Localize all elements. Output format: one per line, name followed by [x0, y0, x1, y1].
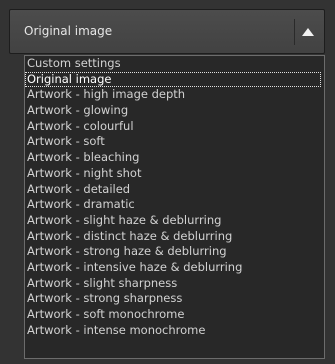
list-item[interactable]: Artwork - strong sharpness — [25, 291, 324, 307]
preset-options-list[interactable]: Custom settings Original image Artwork -… — [24, 55, 325, 359]
list-item[interactable]: Artwork - intense monochrome — [25, 323, 324, 339]
list-item[interactable]: Artwork - night shot — [25, 166, 324, 182]
list-item[interactable]: Artwork - soft monochrome — [25, 307, 324, 323]
chevron-up-icon — [302, 28, 314, 36]
list-item[interactable]: Original image — [25, 71, 321, 88]
preset-dropdown[interactable]: Original image — [9, 9, 325, 54]
list-item[interactable]: Artwork - slight sharpness — [25, 276, 324, 292]
list-item[interactable]: Artwork - slight haze & deblurring — [25, 213, 324, 229]
list-item[interactable]: Artwork - dramatic — [25, 197, 324, 213]
list-item[interactable]: Artwork - high image depth — [25, 87, 324, 103]
list-item[interactable]: Artwork - distinct haze & deblurring — [25, 229, 324, 245]
preset-selected-value: Original image — [24, 24, 113, 38]
list-item[interactable]: Custom settings — [25, 56, 324, 72]
dropdown-toggle-button[interactable] — [294, 19, 320, 45]
list-item[interactable]: Artwork - glowing — [25, 103, 324, 119]
list-item[interactable]: Artwork - intensive haze & deblurring — [25, 260, 324, 276]
preset-panel: Original image Custom settings Original … — [0, 0, 335, 364]
list-item[interactable]: Artwork - colourful — [25, 119, 324, 135]
list-item[interactable]: Artwork - soft — [25, 134, 324, 150]
list-item[interactable]: Artwork - bleaching — [25, 150, 324, 166]
list-item[interactable]: Artwork - detailed — [25, 182, 324, 198]
list-item[interactable]: Artwork - strong haze & deblurring — [25, 244, 324, 260]
